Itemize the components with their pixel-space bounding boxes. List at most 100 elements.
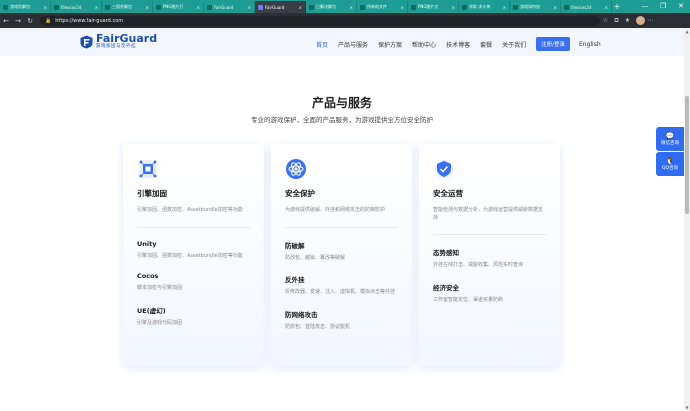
scrollbar-thumb[interactable] <box>685 96 689 214</box>
consult-label: QQ咨询 <box>661 166 679 171</box>
scroll-down-icon[interactable]: ▼ <box>684 405 690 410</box>
product-card-operations[interactable]: 安全运营 智能检测与数据分析，为游戏运营提供威胁数据支持 态势感知 外挂在线打击… <box>419 144 560 366</box>
site-logo[interactable]: FairGuard 游戏加固与反外挂 <box>80 33 157 50</box>
nav-item-home[interactable]: 首页 <box>316 40 328 49</box>
browser-tab[interactable]: 游戏如何加 × <box>510 1 561 13</box>
window-controls: — ❐ ✕ <box>636 0 690 13</box>
browser-tab[interactable]: FairGuard × <box>255 1 306 13</box>
language-link[interactable]: English <box>579 41 601 48</box>
tab-close-icon[interactable]: × <box>197 5 200 10</box>
tab-favicon-icon <box>156 4 161 10</box>
feature-title[interactable]: 态势感知 <box>433 247 546 257</box>
tab-favicon-icon <box>462 4 467 10</box>
feature-title[interactable]: 反外挂 <box>285 274 398 284</box>
tab-close-icon[interactable]: × <box>452 5 455 10</box>
tab-favicon-icon <box>207 4 212 10</box>
card-title: 安全保护 <box>285 189 315 198</box>
feature-title[interactable]: UE(虚幻) <box>137 305 250 315</box>
browser-tab[interactable]: 游戏防解包 × <box>0 1 51 13</box>
tab-title: PNG图片打 <box>163 4 184 9</box>
reload-icon[interactable]: ↻ <box>24 17 36 25</box>
tab-close-icon[interactable]: × <box>146 5 149 10</box>
menu-icon[interactable]: ⋯ <box>645 17 656 24</box>
engine-icon <box>139 160 157 178</box>
browser-tab[interactable]: 三国杀解包 × <box>102 1 153 13</box>
nav-item-help[interactable]: 帮助中心 <box>412 40 436 49</box>
consult-label: 微信咨询 <box>661 141 679 146</box>
extensions-icon[interactable]: ⧉ <box>611 17 622 25</box>
browser-tab[interactable]: 求助 求大神 × <box>459 1 510 13</box>
feature-title[interactable]: 防破解 <box>285 240 398 250</box>
tab-close-icon[interactable]: × <box>299 5 302 10</box>
tab-favicon-icon <box>3 4 8 10</box>
browser-tab[interactable]: FairGuard × <box>204 1 255 13</box>
feature-description: 工作室智能定位、渠道买量防刷 <box>433 296 504 303</box>
feature-description: 防改包、越狱、篡改等破解 <box>285 254 346 261</box>
tab-close-icon[interactable]: × <box>605 5 608 10</box>
feature-title[interactable]: 经济安全 <box>433 282 546 292</box>
nav-item-blog[interactable]: 技术博客 <box>446 40 470 49</box>
tab-title: 游戏如何加 <box>520 4 540 9</box>
new-tab-button[interactable]: + <box>612 2 622 11</box>
browser-tab[interactable]: fileocos2d × <box>51 1 102 13</box>
scroll-up-icon[interactable]: ▲ <box>684 29 690 34</box>
tab-title: 求助 求大神 <box>469 4 491 9</box>
feature-title[interactable]: Unity <box>137 240 250 248</box>
feature-title[interactable]: Cocos <box>137 272 250 280</box>
feature-description: 引擎加固、函数加密、Assetbundle加密等功能 <box>137 252 243 259</box>
product-card-protection[interactable]: 安全保护 为游戏提供破解、外挂和网络攻击的防御防护 防破解 防改包、越狱、篡改等… <box>271 144 412 366</box>
main-nav: 首页 产品与服务 保护方案 帮助中心 技术博客 套餐 关于我们 注册/登录 En… <box>316 37 601 51</box>
tab-close-icon[interactable]: × <box>554 5 557 10</box>
feature-title[interactable]: 防网络攻击 <box>285 309 398 319</box>
shield-atom-icon <box>286 159 306 179</box>
browser-tab[interactable]: 已解决解包 × <box>306 1 357 13</box>
product-card-engine[interactable]: 引擎加固 引擎加固、函数加密、Assetbundle加密等功能 Unity 引擎… <box>123 144 264 366</box>
nav-item-products[interactable]: 产品与服务 <box>338 40 368 49</box>
browser-tab-bar: 游戏防解包 × fileocos2d × 三国杀解包 × PNG图片打 × FairGuard ×… <box>0 0 690 13</box>
browser-tab[interactable]: fileocos2d × <box>561 1 612 13</box>
tab-favicon-icon <box>513 4 518 10</box>
browser-tab[interactable]: 所有的文件 × <box>357 1 408 13</box>
section-subtitle: 专业的游戏保护，全面的产品服务，为游戏提供全方位安全防护 <box>251 116 433 124</box>
fairguard-logo-icon <box>80 35 93 48</box>
main-content: 产品与服务 专业的游戏保护，全面的产品服务，为游戏提供全方位安全防护 引擎加固 … <box>0 56 684 411</box>
qq-consult-button[interactable]: 🐧 QQ咨询 <box>656 152 684 176</box>
tab-favicon-icon <box>258 4 263 10</box>
card-title: 引擎加固 <box>137 189 167 198</box>
tab-close-icon[interactable]: × <box>248 5 251 10</box>
minimize-button[interactable]: — <box>636 0 654 13</box>
browser-tab[interactable]: PNG图片打 × <box>153 1 204 13</box>
page-scrollbar[interactable]: ▲ ▼ <box>684 28 690 411</box>
tab-title: 已解决解包 <box>316 4 336 9</box>
nav-item-pricing[interactable]: 套餐 <box>480 40 492 49</box>
wechat-consult-button[interactable]: 💬 微信咨询 <box>656 127 684 151</box>
feature-description: 防抓包、登陆攻击、协议脱机 <box>285 323 351 330</box>
forward-icon[interactable]: → <box>12 17 24 25</box>
nav-item-about[interactable]: 关于我们 <box>502 40 526 49</box>
address-bar[interactable]: 🔒 https://www.fair-guard.com <box>40 15 600 26</box>
lock-icon: 🔒 <box>45 17 52 24</box>
tab-close-icon[interactable]: × <box>503 5 506 10</box>
tab-favicon-icon <box>54 4 59 10</box>
maximize-button[interactable]: ❐ <box>654 0 672 13</box>
tab-close-icon[interactable]: × <box>44 5 47 10</box>
brand-name: FairGuard <box>96 32 158 45</box>
tab-close-icon[interactable]: × <box>95 5 98 10</box>
feature-description: 脚本加密与引擎加固 <box>137 285 183 291</box>
card-description: 智能检测与数据分析，为游戏运营提供威胁数据支持 <box>433 207 544 221</box>
login-button[interactable]: 注册/登录 <box>536 37 570 51</box>
star-icon[interactable]: ☆ <box>600 17 611 24</box>
close-window-button[interactable]: ✕ <box>672 0 690 13</box>
browser-tab[interactable]: PNG图片文 × <box>408 1 459 13</box>
nav-item-solutions[interactable]: 保护方案 <box>378 40 402 49</box>
avatar[interactable] <box>636 16 645 25</box>
divider <box>137 226 250 228</box>
divider <box>433 234 546 235</box>
tab-favicon-icon <box>411 4 416 10</box>
tab-title: 所有的文件 <box>367 4 387 9</box>
favorites-icon[interactable]: ★ <box>622 17 633 24</box>
tab-close-icon[interactable]: × <box>350 5 353 10</box>
back-icon[interactable]: ← <box>0 17 12 25</box>
divider <box>285 226 398 228</box>
tab-close-icon[interactable]: × <box>401 5 404 10</box>
